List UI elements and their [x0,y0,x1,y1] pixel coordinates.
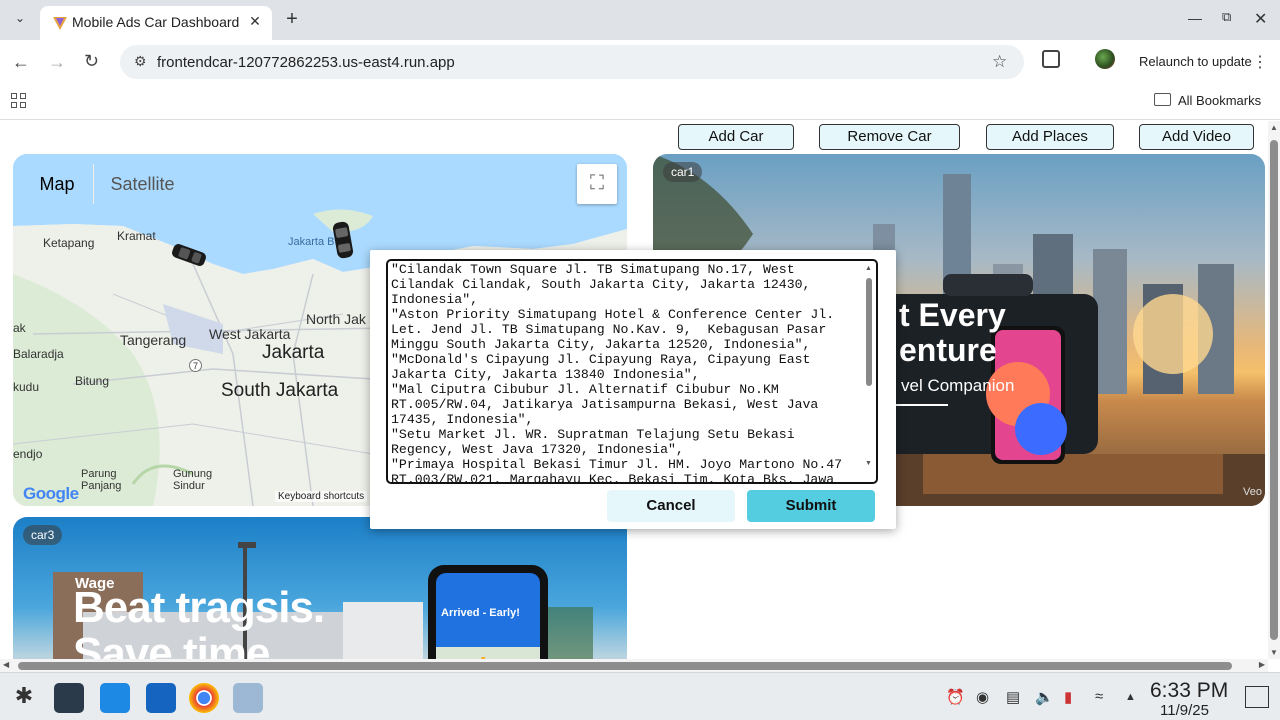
car3-phone-text: Arrived - Early! [441,607,520,619]
map-label-gunung-sindur: Gunung Sindur [173,468,213,492]
tray-expand-icon[interactable]: ▲ [1125,691,1136,703]
map-label-kramat: Kramat [117,229,156,243]
back-arrow-icon[interactable]: ← [12,52,30,73]
car1-label: car1 [663,162,703,182]
scroll-down-icon[interactable]: ▼ [1270,648,1278,657]
scroll-left-icon[interactable]: ◀ [3,660,9,669]
map-label-kudu: kudu [13,380,40,394]
scroll-right-icon[interactable]: ▶ [1259,660,1265,669]
car-marker-icon[interactable] [169,242,209,268]
map-label-tangerang: Tangerang [120,332,187,348]
clipboard-icon[interactable]: ▤ [1006,688,1020,706]
app-favicon-icon [53,17,67,30]
profile-avatar[interactable] [1095,49,1115,69]
places-textarea-content[interactable]: "Cilandak Town Square Jl. TB Simatupang … [391,262,861,482]
battery-icon[interactable]: ▮ [1064,688,1072,706]
car3-ad-headline-1: Beat tragsis. [73,583,325,632]
window-minimize-icon[interactable]: — [1188,10,1202,26]
map-label-ketapang: Ketapang [43,236,95,250]
keyboard-shortcuts-link[interactable]: Keyboard shortcuts [275,491,368,502]
browser-toolbar: ← → ↻ ⚙ frontendcar-120772862253.us-east… [0,40,1280,84]
places-textarea[interactable]: "Cilandak Town Square Jl. TB Simatupang … [386,259,878,484]
textarea-scroll-thumb[interactable] [866,278,872,386]
cancel-button[interactable]: Cancel [607,490,735,522]
bookmarks-folder-icon [1154,93,1171,106]
browser-tab[interactable]: Mobile Ads Car Dashboard ✕ [40,6,272,40]
tab-search-chevron-icon[interactable]: ⌄ [10,11,30,29]
car3-label: car3 [23,525,63,545]
add-places-dialog: "Cilandak Town Square Jl. TB Simatupang … [370,250,896,529]
bookmarks-bar: All Bookmarks [0,84,1280,120]
os-taskbar: ✱ ⏰ ◉ ▤ 🔈 ▮ ≈ ▲ 6:33 PM 11/9/25 [0,672,1280,720]
extensions-puzzle-icon[interactable] [1042,50,1060,68]
store-app-icon[interactable] [100,683,130,713]
map-label-jakarta: Jakarta [262,342,325,363]
satellite-view-button[interactable]: Satellite [93,164,191,204]
files-app-icon[interactable] [146,683,176,713]
car-marker-icon[interactable] [331,220,355,260]
url-text[interactable]: frontendcar-120772862253.us-east4.run.ap… [157,54,455,71]
car1-ad-headline-1: t Every [899,297,1006,333]
map-label-endjo: endjo [13,447,43,461]
map-label-bitung: Bitung [75,374,110,388]
bookmark-star-icon[interactable]: ☆ [992,52,1007,72]
map-label-parung-panjang: Parung Panjang [81,468,122,492]
scroll-down-icon[interactable]: ▼ [865,460,872,467]
map-label-west-jakarta: West Jakarta [209,326,291,342]
submit-button[interactable]: Submit [747,490,875,522]
settings-app-icon[interactable] [54,683,84,713]
active-app-icon[interactable] [233,683,263,713]
forward-arrow-icon[interactable]: → [48,52,66,73]
site-info-icon[interactable]: ⚙ [134,53,147,70]
alarm-icon[interactable]: ⏰ [946,688,965,706]
add-places-button[interactable]: Add Places [986,124,1114,150]
remove-car-button[interactable]: Remove Car [819,124,960,150]
map-view-button[interactable]: Map [23,164,91,204]
reload-icon[interactable]: ↻ [84,51,99,72]
map-route-shield: 7 [189,359,202,372]
vpn-icon[interactable]: ◉ [976,688,989,706]
browser-menu-kebab-icon[interactable]: ⋮ [1252,52,1268,72]
show-desktop-icon[interactable] [1245,686,1269,708]
all-bookmarks-button[interactable]: All Bookmarks [1178,93,1261,108]
textarea-scrollbar[interactable]: ▲ ▼ [864,265,874,481]
car1-ad-headline-2: enture [899,332,997,368]
wifi-icon[interactable]: ≈ [1095,688,1103,705]
relaunch-to-update-button[interactable]: Relaunch to update [1139,54,1252,69]
new-tab-plus-icon[interactable]: + [283,9,301,29]
map-label-balaradja: Balaradja [13,347,64,361]
car1-watermark: Veo [1243,486,1262,498]
apps-grid-icon[interactable] [11,93,27,109]
scroll-up-icon[interactable]: ▲ [865,265,872,272]
page-horizontal-scroll-thumb[interactable] [18,662,1232,670]
tab-title: Mobile Ads Car Dashboard [72,14,240,30]
clock-date[interactable]: 11/9/25 [1160,702,1209,719]
car3-ad-video[interactable]: Wage Arrived - Early! Beat tragsis. Save… [13,517,627,659]
launcher-icon[interactable]: ✱ [9,683,39,713]
browser-title-bar: ⌄ Mobile Ads Car Dashboard ✕ + — ⧉ ✕ [0,0,1280,40]
tab-close-icon[interactable]: ✕ [246,13,264,30]
map-label-north-jakarta: North Jak [306,311,366,327]
add-video-button[interactable]: Add Video [1139,124,1254,150]
clock-time[interactable]: 6:33 PM [1150,679,1228,703]
map-label-south-jakarta: South Jakarta [221,380,339,401]
map-label-jakarta-bay: Jakarta B [288,236,335,248]
add-car-button[interactable]: Add Car [678,124,794,150]
fullscreen-icon[interactable]: ⛶ [577,164,617,204]
car3-ad-headline-2: Save time [73,629,270,660]
window-maximize-icon[interactable]: ⧉ [1222,9,1231,25]
map-label-ak: ak [13,321,26,335]
page-vertical-scroll-thumb[interactable] [1270,140,1278,640]
google-logo: Google [23,484,79,503]
chrome-app-icon[interactable] [189,683,219,713]
address-bar[interactable]: ⚙ frontendcar-120772862253.us-east4.run.… [120,45,1024,79]
window-close-icon[interactable]: ✕ [1254,9,1267,29]
car1-ad-tagline: vel Companion [901,376,1015,395]
volume-icon[interactable]: 🔈 [1035,688,1054,706]
scroll-up-icon[interactable]: ▲ [1270,123,1278,132]
